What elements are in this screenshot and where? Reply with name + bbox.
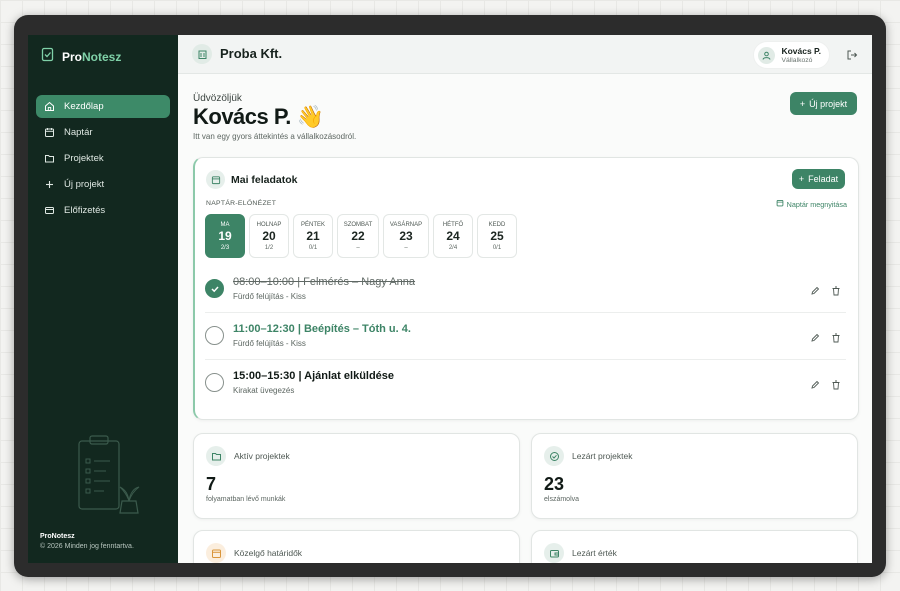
page-subtitle: Itt van egy gyors áttekintés a vállalkoz… xyxy=(193,132,357,141)
company-name: Proba Kft. xyxy=(220,46,283,61)
check-circle-icon xyxy=(544,446,564,466)
stat-label: Lezárt érték xyxy=(572,548,617,558)
task-checkbox-checked[interactable] xyxy=(205,279,224,298)
day-cell[interactable]: HOLNAP 20 1/2 xyxy=(249,214,289,258)
trash-icon[interactable] xyxy=(831,283,841,296)
task-subtitle: Kirakat üvegezés xyxy=(233,386,295,395)
logout-icon[interactable] xyxy=(846,48,858,60)
folder-icon xyxy=(44,153,55,164)
trash-icon[interactable] xyxy=(831,330,841,343)
plus-icon: + xyxy=(798,174,805,184)
task-item: 11:00–12:30 | Beépítés – Tóth u. 4. Fürd… xyxy=(205,313,846,360)
wallet-icon xyxy=(544,543,564,563)
home-icon xyxy=(44,101,55,112)
task-checkbox[interactable] xyxy=(205,326,224,345)
stat-card-active-projects[interactable]: Aktív projektek 7 folyamatban lévő munká… xyxy=(193,433,520,519)
sidebar-item-projects[interactable]: Projektek xyxy=(36,147,170,170)
task-title: 11:00–12:30 | Beépítés – Tóth u. 4. xyxy=(233,323,411,335)
user-name: Kovács P. xyxy=(781,45,821,56)
day-cell[interactable]: VASÁRNAP 23 – xyxy=(383,214,429,258)
stat-card-closed-projects[interactable]: Lezárt projektek 23 elszámolva xyxy=(531,433,858,519)
calendar-icon xyxy=(206,543,226,563)
day-cell[interactable]: HÉTFŐ 24 2/4 xyxy=(433,214,473,258)
sidebar-item-label: Projektek xyxy=(64,153,104,164)
stat-label: Lezárt projektek xyxy=(572,451,633,461)
device-frame: ProNotesz Kezdőlap Naptár Projektek Új p… xyxy=(14,15,886,577)
sidebar-item-subscription[interactable]: Előfizetés xyxy=(36,199,170,222)
calendar-icon xyxy=(44,127,55,138)
stat-label: Aktív projektek xyxy=(234,451,290,461)
tasks-title: Mai feladatok xyxy=(231,174,298,186)
trash-icon[interactable] xyxy=(831,377,841,390)
calendar-preview: MA 19 2/3 HOLNAP 20 1/2 PÉNTEK 21 0/1 SZ… xyxy=(205,214,517,258)
user-role: Vállalkozó xyxy=(781,56,813,64)
welcome-label: Üdvözöljük xyxy=(193,93,242,104)
task-item: 15:00–15:30 | Ajánlat elküldése Kirakat … xyxy=(205,360,846,406)
calendar-icon xyxy=(206,170,225,189)
stat-value: 23 xyxy=(544,474,565,494)
stat-card-upcoming-deadlines[interactable]: Közelgő határidők xyxy=(193,530,520,563)
stat-subtitle: elszámolva xyxy=(544,496,580,503)
task-title: 08:00–10:00 | Felmérés – Nagy Anna xyxy=(233,276,416,288)
notebook-icon xyxy=(41,47,55,67)
task-subtitle: Fürdő felújítás - Kiss xyxy=(233,339,306,348)
sidebar-item-calendar[interactable]: Naptár xyxy=(36,121,170,144)
day-cell[interactable]: PÉNTEK 21 0/1 xyxy=(293,214,333,258)
folder-icon xyxy=(206,446,226,466)
pencil-icon[interactable] xyxy=(810,330,820,342)
app-screen: ProNotesz Kezdőlap Naptár Projektek Új p… xyxy=(28,35,872,563)
brand-logo[interactable]: ProNotesz xyxy=(41,47,121,67)
task-title: 15:00–15:30 | Ajánlat elküldése xyxy=(233,370,395,382)
sidebar-nav: Kezdőlap Naptár Projektek Új projekt Elő… xyxy=(36,95,170,225)
new-project-button[interactable]: + Új projekt xyxy=(790,92,857,115)
user-avatar-icon xyxy=(758,46,776,64)
plus-icon xyxy=(44,179,55,190)
task-checkbox[interactable] xyxy=(205,373,224,392)
task-subtitle: Fürdő felújítás - Kiss xyxy=(233,292,306,301)
clipboard-plant-illustration xyxy=(76,433,142,520)
calendar-icon xyxy=(776,199,784,209)
pencil-icon[interactable] xyxy=(810,283,820,295)
credit-card-icon xyxy=(44,205,55,216)
day-cell-today[interactable]: MA 19 2/3 xyxy=(205,214,245,258)
stat-value: 7 xyxy=(206,474,217,494)
day-cell[interactable]: KEDD 25 0/1 xyxy=(477,214,517,258)
day-cell[interactable]: SZOMBAT 22 – xyxy=(337,214,379,258)
stat-label: Közelgő határidők xyxy=(234,548,303,558)
plus-icon: + xyxy=(799,98,806,109)
sidebar-footer: ProNotesz © 2026 Minden jog fenntartva. xyxy=(40,532,134,552)
building-icon xyxy=(192,44,212,64)
stat-card-closed-value[interactable]: Lezárt érték xyxy=(531,530,858,563)
sidebar-item-new-project[interactable]: Új projekt xyxy=(36,173,170,196)
user-menu[interactable]: Kovács P. Vállalkozó xyxy=(753,41,830,69)
sidebar-item-label: Kezdőlap xyxy=(64,101,104,112)
sidebar-item-label: Előfizetés xyxy=(64,205,106,216)
sidebar: ProNotesz Kezdőlap Naptár Projektek Új p… xyxy=(28,35,178,563)
pencil-icon[interactable] xyxy=(810,377,820,389)
footer-copyright: © 2026 Minden jog fenntartva. xyxy=(40,543,134,550)
today-tasks-card: Mai feladatok + Feladat NAPTÁR-ELŐNÉZET … xyxy=(193,157,859,420)
task-item: 08:00–10:00 | Felmérés – Nagy Anna Fürdő… xyxy=(205,266,846,313)
check-icon xyxy=(210,285,219,292)
sidebar-item-home[interactable]: Kezdőlap xyxy=(36,95,170,118)
sidebar-item-label: Naptár xyxy=(64,127,93,138)
open-calendar-link[interactable]: Naptár megnyitása xyxy=(776,199,847,209)
task-list: 08:00–10:00 | Felmérés – Nagy Anna Fürdő… xyxy=(195,266,856,406)
sidebar-item-label: Új projekt xyxy=(64,179,105,190)
top-header: Proba Kft. Kovács P. Vállalkozó xyxy=(178,35,872,74)
page-title: Kovács P. 👋 xyxy=(193,104,324,129)
stat-subtitle: folyamatban lévő munkák xyxy=(206,496,286,503)
footer-title: ProNotesz xyxy=(40,533,75,540)
calendar-preview-label: NAPTÁR-ELŐNÉZET xyxy=(206,200,277,207)
add-task-button[interactable]: + Feladat xyxy=(792,169,845,189)
brand-name: ProNotesz xyxy=(62,50,122,64)
